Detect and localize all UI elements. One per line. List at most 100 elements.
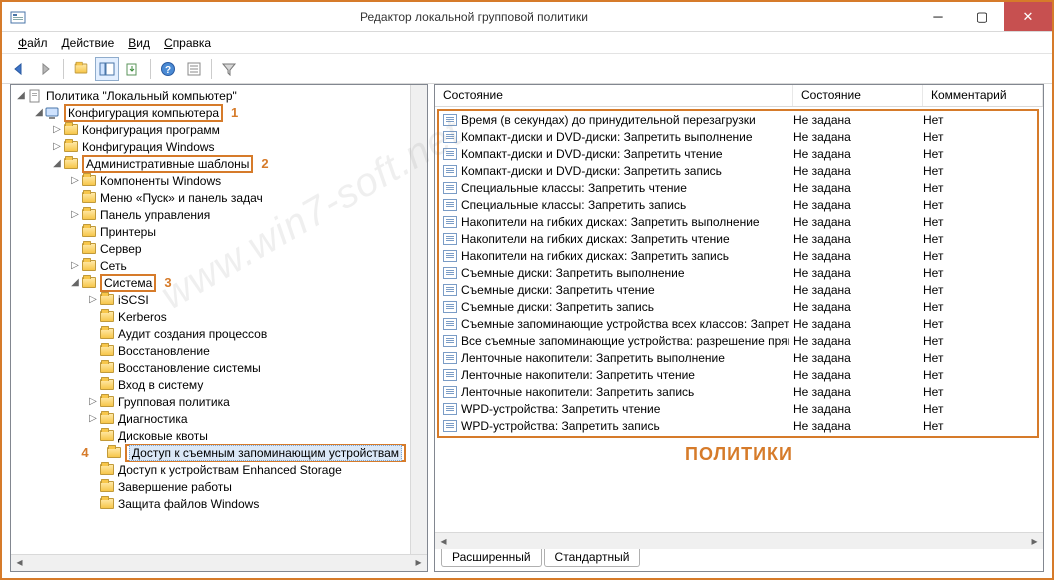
expand-icon[interactable]: ▷ [69, 260, 81, 271]
toolbar: ? [2, 54, 1052, 84]
computer-icon [45, 106, 61, 120]
policy-icon [443, 318, 457, 330]
folder-icon [99, 480, 115, 494]
policy-row[interactable]: Компакт-диски и DVD-диски: Запретить чте… [439, 145, 1037, 162]
tree-item-enhanced[interactable]: Доступ к устройствам Enhanced Storage [11, 461, 410, 478]
tree-item-sysrestore[interactable]: Восстановление системы [11, 359, 410, 376]
tree-item-gp[interactable]: ▷Групповая политика [11, 393, 410, 410]
policy-row[interactable]: WPD-устройства: Запретить записьНе задан… [439, 417, 1037, 434]
policy-name: Съемные диски: Запретить выполнение [461, 266, 685, 280]
policy-row[interactable]: Время (в секундах) до принудительной пер… [439, 111, 1037, 128]
tree-item-admin_templates[interactable]: ◢Административные шаблоны2 [11, 155, 410, 172]
folder-icon [99, 412, 115, 426]
tree-item-shutdown[interactable]: Завершение работы [11, 478, 410, 495]
policy-row[interactable]: Все съемные запоминающие устройства: раз… [439, 332, 1037, 349]
expand-icon[interactable]: ◢ [69, 277, 81, 288]
show-tree-button[interactable] [95, 57, 119, 81]
folder-icon [63, 123, 79, 137]
maximize-button[interactable]: ▢ [960, 2, 1004, 31]
tree-item-start_panel[interactable]: Меню «Пуск» и панель задач [11, 189, 410, 206]
expand-icon[interactable]: ◢ [33, 107, 45, 118]
menu-help[interactable]: Справка [158, 34, 217, 52]
forward-button[interactable] [34, 57, 58, 81]
tab-standard[interactable]: Стандартный [544, 549, 641, 567]
policy-row[interactable]: Накопители на гибких дисках: Запретить ч… [439, 230, 1037, 247]
policy-icon [443, 250, 457, 262]
folder-icon [63, 157, 79, 171]
tree-item-recovery[interactable]: Восстановление [11, 342, 410, 359]
policy-list[interactable]: Время (в секундах) до принудительной пер… [435, 107, 1043, 532]
column-comment[interactable]: Комментарий [923, 85, 1043, 106]
tree-item-kerberos[interactable]: Kerberos [11, 308, 410, 325]
tree-item-system[interactable]: ◢Система3 [11, 274, 410, 291]
policy-name: WPD-устройства: Запретить чтение [461, 402, 660, 416]
menu-view[interactable]: Вид [122, 34, 156, 52]
policy-row[interactable]: Накопители на гибких дисках: Запретить в… [439, 213, 1037, 230]
help-button[interactable]: ? [156, 57, 180, 81]
expand-icon[interactable]: ▷ [51, 141, 63, 152]
policy-row[interactable]: Компакт-диски и DVD-диски: Запретить зап… [439, 162, 1037, 179]
filter-button[interactable] [217, 57, 241, 81]
policy-row[interactable]: Компакт-диски и DVD-диски: Запретить вып… [439, 128, 1037, 145]
policy-row[interactable]: Съемные диски: Запретить выполнениеНе за… [439, 264, 1037, 281]
back-button[interactable] [8, 57, 32, 81]
expand-icon[interactable]: ◢ [51, 158, 63, 169]
policy-row[interactable]: Съемные запоминающие устройства всех кла… [439, 315, 1037, 332]
tree-item-cfg_programs[interactable]: ▷Конфигурация программ [11, 121, 410, 138]
tab-extended[interactable]: Расширенный [441, 549, 542, 567]
annotation-number: 2 [261, 156, 268, 171]
policy-name: Компакт-диски и DVD-диски: Запретить вып… [461, 130, 753, 144]
expand-icon[interactable]: ▷ [69, 209, 81, 220]
policies-annotation: ПОЛИТИКИ [435, 440, 1043, 467]
policy-row[interactable]: Ленточные накопители: Запретить выполнен… [439, 349, 1037, 366]
expand-icon[interactable]: ▷ [69, 175, 81, 186]
policy-row[interactable]: Ленточные накопители: Запретить чтениеНе… [439, 366, 1037, 383]
policy-row[interactable]: Съемные диски: Запретить чтениеНе задана… [439, 281, 1037, 298]
folder-icon [81, 225, 97, 239]
column-name[interactable]: Состояние [435, 85, 793, 106]
tree-item-network[interactable]: ▷Сеть [11, 257, 410, 274]
tree-item-diag[interactable]: ▷Диагностика [11, 410, 410, 427]
policy-row[interactable]: WPD-устройства: Запретить чтениеНе задан… [439, 400, 1037, 417]
tree-item-logon[interactable]: Вход в систему [11, 376, 410, 393]
folder-up-button[interactable] [69, 57, 93, 81]
expand-icon[interactable]: ◢ [15, 90, 27, 101]
tree-scrollbar-y[interactable] [410, 85, 427, 554]
tree-item-cfg_windows[interactable]: ▷Конфигурация Windows [11, 138, 410, 155]
properties-button[interactable] [182, 57, 206, 81]
policy-rows-box: Время (в секундах) до принудительной пер… [437, 109, 1039, 438]
policy-name: Съемные диски: Запретить запись [461, 300, 654, 314]
tree-item-quota[interactable]: Дисковые квоты [11, 427, 410, 444]
policy-row[interactable]: Накопители на гибких дисках: Запретить з… [439, 247, 1037, 264]
policy-comment: Нет [919, 419, 1037, 433]
policy-state: Не задана [789, 317, 919, 331]
column-state[interactable]: Состояние [793, 85, 923, 106]
list-scrollbar-x[interactable]: ◂▸ [435, 532, 1043, 549]
policy-row[interactable]: Специальные классы: Запретить чтениеНе з… [439, 179, 1037, 196]
menu-file[interactable]: Файл [12, 34, 54, 52]
expand-icon[interactable]: ▷ [87, 413, 99, 424]
tree-item-wfp[interactable]: Защита файлов Windows [11, 495, 410, 512]
tree-item-comp_windows[interactable]: ▷Компоненты Windows [11, 172, 410, 189]
tree-scrollbar-x[interactable]: ◂▸ [11, 554, 427, 571]
tree-item-audit[interactable]: Аудит создания процессов [11, 325, 410, 342]
tree-item-cfg_computer[interactable]: ◢Конфигурация компьютера1 [11, 104, 410, 121]
expand-icon[interactable]: ▷ [87, 396, 99, 407]
policy-row[interactable]: Съемные диски: Запретить записьНе задана… [439, 298, 1037, 315]
tree-item-removable[interactable]: 4 Доступ к съемным запоминающим устройст… [11, 444, 410, 461]
close-button[interactable]: ✕ [1004, 2, 1052, 31]
menu-action[interactable]: Действие [56, 34, 121, 52]
tree-item-server[interactable]: Сервер [11, 240, 410, 257]
policy-row[interactable]: Ленточные накопители: Запретить записьНе… [439, 383, 1037, 400]
minimize-button[interactable]: ─ [916, 2, 960, 31]
expand-icon[interactable]: ▷ [51, 124, 63, 135]
folder-icon [99, 395, 115, 409]
tree-item-root[interactable]: ◢Политика "Локальный компьютер" [11, 87, 410, 104]
tree-item-printers[interactable]: Принтеры [11, 223, 410, 240]
tree-item-iscsi[interactable]: ▷iSCSI [11, 291, 410, 308]
policy-tree[interactable]: ◢Политика "Локальный компьютер"◢Конфигур… [11, 85, 410, 554]
export-button[interactable] [121, 57, 145, 81]
policy-row[interactable]: Специальные классы: Запретить записьНе з… [439, 196, 1037, 213]
tree-item-control_panel[interactable]: ▷Панель управления [11, 206, 410, 223]
expand-icon[interactable]: ▷ [87, 294, 99, 305]
